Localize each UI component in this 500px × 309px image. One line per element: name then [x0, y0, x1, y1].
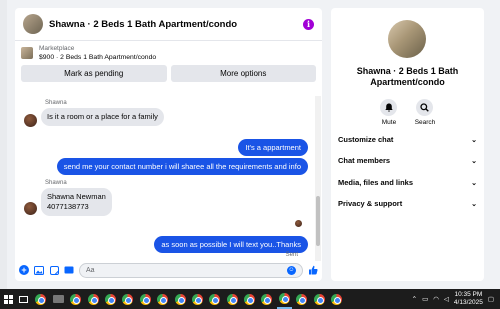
- section-media-files-links[interactable]: Media, files and links ⌄: [338, 178, 477, 187]
- sender-avatar[interactable]: [24, 114, 37, 127]
- chrome-taskbar-icon[interactable]: [207, 289, 222, 309]
- message-scrollbar[interactable]: [315, 96, 321, 261]
- section-chat-members[interactable]: Chat members ⌄: [338, 156, 477, 165]
- chevron-down-icon: ⌄: [471, 157, 477, 165]
- mark-pending-button[interactable]: Mark as pending: [21, 65, 167, 82]
- message-input[interactable]: Aa ☺: [79, 262, 303, 278]
- network-icon[interactable]: ▭: [422, 295, 428, 303]
- chrome-taskbar-icon[interactable]: [242, 289, 257, 309]
- seen-indicator-avatar: [295, 220, 302, 227]
- taskbar-app-icon[interactable]: [51, 289, 66, 309]
- sent-status: Sent: [285, 252, 298, 258]
- chrome-taskbar-icon[interactable]: [329, 289, 344, 309]
- message-in: Shawna Newman 4077138773: [41, 188, 112, 216]
- message-out: send me your contact number i will share…: [56, 158, 308, 175]
- gif-icon[interactable]: [64, 265, 74, 275]
- clock-date: 4/13/2025: [453, 299, 483, 306]
- volume-icon[interactable]: ◁: [444, 295, 449, 303]
- chrome-taskbar-icon[interactable]: [33, 289, 48, 309]
- emoji-icon[interactable]: ☺: [287, 265, 296, 275]
- wifi-icon[interactable]: ◠: [433, 295, 439, 303]
- chrome-taskbar-icon-active[interactable]: [276, 289, 292, 309]
- contact-name: Shawna · 2 Beds 1 Bath Apartment/condo: [356, 66, 459, 87]
- mute-button[interactable]: [380, 99, 397, 116]
- like-icon[interactable]: [308, 265, 318, 275]
- notification-icon[interactable]: ▢: [488, 295, 494, 303]
- plus-icon[interactable]: +: [19, 265, 29, 275]
- chat-panel: Shawna · 2 Beds 1 Bath Apartment/condo i…: [15, 8, 322, 281]
- left-strip: [0, 0, 7, 289]
- message-list: Shawna Is it a room or a place for a fam…: [15, 96, 314, 261]
- section-privacy-support[interactable]: Privacy & support ⌄: [338, 199, 477, 208]
- clock-time: 10:35 PM: [454, 291, 483, 298]
- photo-icon[interactable]: [34, 265, 44, 275]
- message-out: It's a appartment: [238, 139, 308, 156]
- more-options-button[interactable]: More options: [170, 65, 316, 82]
- taskbar: ⌃ ▭ ◠ ◁ 10:35 PM 4/13/2025 ▢: [0, 289, 500, 309]
- clock[interactable]: 10:35 PM 4/13/2025: [454, 291, 483, 307]
- chrome-taskbar-icon[interactable]: [190, 289, 205, 309]
- listing-summary[interactable]: Marketplace $900 · 2 Beds 1 Bath Apartme…: [15, 41, 322, 64]
- chrome-taskbar-icon[interactable]: [225, 289, 240, 309]
- chevron-down-icon: ⌄: [471, 200, 477, 208]
- conversation-info-panel: Shawna · 2 Beds 1 Bath Apartment/condo M…: [331, 8, 484, 281]
- sender-avatar[interactable]: [24, 202, 37, 215]
- chrome-taskbar-icon[interactable]: [103, 289, 118, 309]
- chrome-taskbar-icon[interactable]: [173, 289, 188, 309]
- message-out: as soon as possible I will text you..Tha…: [154, 236, 308, 253]
- chevron-down-icon: ⌄: [471, 136, 477, 144]
- chat-header: Shawna · 2 Beds 1 Bath Apartment/condo i: [15, 8, 322, 41]
- chat-title[interactable]: Shawna · 2 Beds 1 Bath Apartment/condo: [49, 19, 303, 30]
- search-button[interactable]: [416, 99, 433, 116]
- chrome-taskbar-icon[interactable]: [120, 289, 135, 309]
- sticker-icon[interactable]: [49, 265, 59, 275]
- section-customize-chat[interactable]: Customize chat ⌄: [338, 135, 477, 144]
- chevron-up-icon[interactable]: ⌃: [412, 295, 417, 303]
- sender-name: Shawna: [45, 180, 67, 186]
- sender-name: Shawna: [45, 100, 67, 106]
- start-menu-icon[interactable]: [0, 289, 16, 309]
- message-input-placeholder: Aa: [86, 266, 95, 274]
- chrome-taskbar-icon[interactable]: [259, 289, 274, 309]
- search-label: Search: [414, 119, 436, 126]
- chrome-taskbar-icon[interactable]: [155, 289, 170, 309]
- chrome-taskbar-icon[interactable]: [312, 289, 327, 309]
- message-in: Is it a room or a place for a family: [41, 108, 164, 126]
- chrome-taskbar-icon[interactable]: [294, 289, 309, 309]
- chevron-down-icon: ⌄: [471, 179, 477, 187]
- listing-label: Marketplace: [39, 44, 75, 52]
- contact-avatar-large[interactable]: [388, 20, 426, 58]
- task-view-icon[interactable]: [16, 289, 31, 309]
- chrome-taskbar-icon[interactable]: [68, 289, 83, 309]
- info-icon[interactable]: i: [303, 18, 314, 30]
- composer: + Aa ☺: [15, 259, 322, 281]
- listing-thumbnail: [21, 46, 33, 59]
- contact-avatar[interactable]: [23, 14, 43, 34]
- system-tray: ⌃ ▭ ◠ ◁ 10:35 PM 4/13/2025 ▢: [412, 291, 500, 307]
- scroll-thumb[interactable]: [316, 196, 320, 246]
- mute-label: Mute: [381, 119, 397, 126]
- listing-title: $900 · 2 Beds 1 Bath Apartment/condo: [39, 53, 157, 61]
- chrome-taskbar-icon[interactable]: [138, 289, 153, 309]
- chrome-taskbar-icon[interactable]: [86, 289, 101, 309]
